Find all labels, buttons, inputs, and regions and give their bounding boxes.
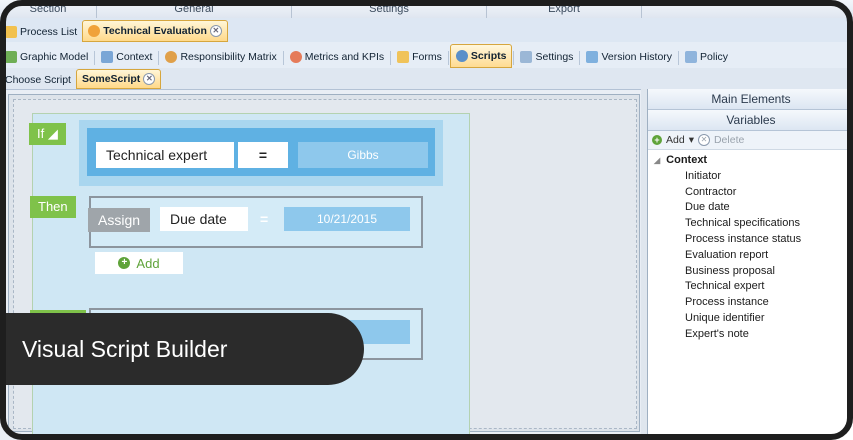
- sub-tab-row: Graphic Model Context Responsibility Mat…: [0, 42, 853, 69]
- tab-label: Technical Evaluation: [103, 25, 207, 37]
- close-icon[interactable]: ✕: [209, 25, 222, 37]
- tab-label: Graphic Model: [20, 51, 89, 63]
- triangle-icon: ◢: [47, 126, 58, 141]
- tab-label: Settings: [535, 51, 574, 63]
- responsibility-matrix-icon: [165, 51, 178, 63]
- tab-label: Scripts: [470, 50, 507, 62]
- tree-item[interactable]: Business proposal: [654, 264, 853, 280]
- tree-item[interactable]: Initiator: [654, 169, 853, 185]
- scripts-icon: [455, 50, 468, 62]
- context-icon: [101, 51, 114, 63]
- elements-panel: Main Elements Variables + Add ▾ ✕ Delete…: [647, 89, 853, 440]
- policy-icon: [685, 51, 698, 63]
- tab-forms[interactable]: Forms: [392, 46, 447, 68]
- condition-left-field[interactable]: Technical expert: [96, 142, 234, 168]
- section-cell-general[interactable]: General: [97, 0, 292, 18]
- add-label: Add: [136, 255, 160, 271]
- folder-icon: [5, 26, 17, 38]
- condition-operator[interactable]: =: [238, 142, 288, 168]
- process-icon: [88, 25, 101, 37]
- delete-variable-button[interactable]: Delete: [714, 134, 744, 146]
- operator-text: =: [258, 147, 268, 163]
- tree-root-context[interactable]: ◢ Context: [654, 153, 853, 169]
- variables-toolbar: + Add ▾ ✕ Delete: [648, 131, 853, 150]
- tree-item[interactable]: Evaluation report: [654, 248, 853, 264]
- tree-item[interactable]: Technical expert: [654, 279, 853, 295]
- settings-icon: [520, 51, 533, 63]
- delete-icon: ✕: [697, 134, 710, 146]
- if-keyword[interactable]: If ◢: [29, 123, 66, 145]
- script-tab-row: Choose Script SomeScript ✕: [0, 68, 853, 90]
- tab-process-list[interactable]: Process List: [0, 22, 82, 42]
- add-variable-button[interactable]: Add: [666, 134, 685, 146]
- assign-field[interactable]: Due date: [160, 207, 248, 231]
- main-elements-header[interactable]: Main Elements: [648, 89, 853, 110]
- tab-responsibility-matrix[interactable]: Responsibility Matrix: [160, 46, 281, 68]
- tab-graphic-model[interactable]: Graphic Model: [0, 46, 93, 68]
- variables-tree: ◢ Context Initiator Contractor Due date …: [648, 150, 853, 343]
- tab-policy[interactable]: Policy: [680, 46, 733, 68]
- tree-item[interactable]: Technical specifications: [654, 216, 853, 232]
- version-history-icon: [586, 51, 599, 63]
- assign-value[interactable]: 10/21/2015: [284, 207, 410, 231]
- dropdown-arrow-icon[interactable]: ▾: [689, 134, 694, 146]
- tab-label: Responsibility Matrix: [180, 51, 277, 63]
- close-icon[interactable]: ✕: [143, 73, 156, 85]
- tab-label: SomeScript: [81, 73, 141, 85]
- assign-operator: =: [260, 211, 269, 227]
- plus-icon: +: [118, 257, 131, 269]
- tab-metrics[interactable]: Metrics and KPIs: [285, 46, 389, 68]
- tab-label: Process List: [20, 26, 78, 38]
- forms-icon: [397, 51, 410, 63]
- tree-item[interactable]: Unique identifier: [654, 311, 853, 327]
- tab-label: Metrics and KPIs: [304, 51, 385, 63]
- then-keyword: Then: [30, 196, 76, 218]
- add-icon: +: [652, 135, 662, 145]
- section-bar: Section General Settings Export: [0, 0, 853, 19]
- tab-technical-evaluation[interactable]: Technical Evaluation ✕: [82, 20, 228, 42]
- metrics-icon: [289, 51, 302, 63]
- section-cell-settings[interactable]: Settings: [292, 0, 487, 18]
- condition-value[interactable]: Gibbs: [298, 142, 428, 168]
- tab-settings[interactable]: Settings: [515, 46, 578, 68]
- tab-label: Forms: [412, 51, 442, 63]
- tab-choose-script[interactable]: Choose Script: [0, 71, 76, 89]
- tab-label: Context: [116, 51, 153, 63]
- tree-item[interactable]: Process instance: [654, 295, 853, 311]
- main-tab-row: Process List Technical Evaluation ✕: [0, 18, 853, 43]
- section-cell-export[interactable]: Export: [487, 0, 642, 18]
- tab-context[interactable]: Context: [96, 46, 157, 68]
- tab-version-history[interactable]: Version History: [581, 46, 677, 68]
- tab-label: Policy: [700, 51, 729, 63]
- tab-label: Choose Script: [5, 74, 71, 86]
- variables-header[interactable]: Variables: [648, 110, 853, 131]
- graphic-model-icon: [5, 51, 17, 63]
- caption-banner: Visual Script Builder: [0, 313, 364, 385]
- tree-item[interactable]: Expert's note: [654, 327, 853, 343]
- collapse-triangle-icon[interactable]: ◢: [654, 153, 660, 169]
- section-cell-section: Section: [0, 0, 97, 18]
- tree-root-label: Context: [666, 154, 708, 166]
- tree-item[interactable]: Process instance status: [654, 232, 853, 248]
- tab-scripts[interactable]: Scripts: [449, 44, 513, 68]
- add-button[interactable]: + Add: [95, 252, 183, 274]
- tree-item[interactable]: Contractor: [654, 185, 853, 201]
- tab-somescript[interactable]: SomeScript ✕: [75, 69, 162, 89]
- if-label: If: [37, 126, 45, 141]
- tree-item[interactable]: Due date: [654, 200, 853, 216]
- assign-action[interactable]: Assign: [88, 208, 151, 232]
- tab-label: Version History: [601, 51, 673, 63]
